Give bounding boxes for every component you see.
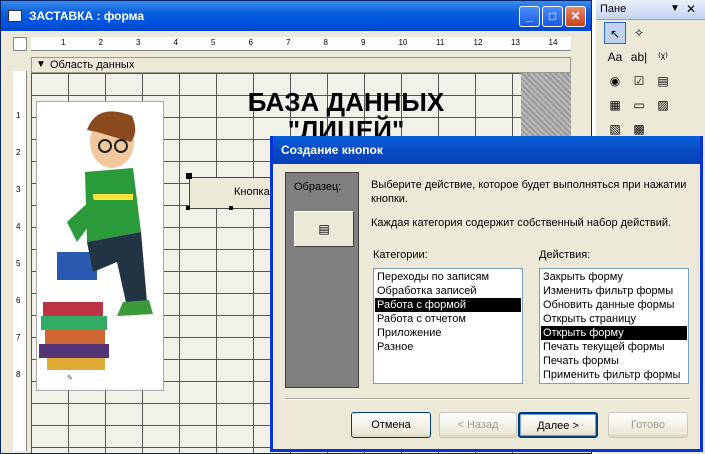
resize-handle[interactable]	[186, 206, 190, 210]
form-icon[interactable]	[8, 10, 22, 22]
ruler-tick-label: 6	[248, 38, 253, 47]
form-title: ЗАСТАВКА : форма	[29, 9, 145, 23]
categories-label: Категории:	[373, 249, 428, 261]
action-list-item[interactable]: Печать формы	[541, 354, 687, 368]
cancel-button[interactable]: Отмена	[351, 412, 431, 438]
student-picture[interactable]: ✎	[36, 101, 164, 391]
image-icon[interactable]: ▨	[652, 94, 674, 116]
ruler-tick-label: 4	[173, 38, 178, 47]
label-icon[interactable]: Aa	[604, 46, 626, 68]
ruler-tick-label: 3	[136, 38, 141, 47]
vruler-tick-label: 4	[16, 222, 21, 231]
form-heading-line2[interactable]: "ЛИЦЕЙ"	[201, 115, 491, 137]
list-box-icon[interactable]: ▦	[604, 94, 626, 116]
toolbox-title: Пане	[600, 3, 627, 15]
dialog-title: Создание кнопок	[281, 143, 383, 157]
ruler-tick-label: 14	[548, 38, 558, 47]
maximize-icon[interactable]: □	[542, 6, 563, 27]
action-list-item[interactable]: Печать текущей формы	[541, 340, 687, 354]
ruler-tick-label: 11	[436, 38, 445, 47]
toolbox-titlebar[interactable]: Пане ▼ ✕	[596, 0, 705, 20]
instruction-text-2: Каждая категория содержит собственный на…	[371, 217, 672, 229]
checkbox-icon[interactable]: ☑	[628, 70, 650, 92]
minimize-icon[interactable]: _	[519, 6, 540, 27]
category-list-item[interactable]: Переходы по записям	[375, 270, 521, 284]
form-button-icon: ▤	[318, 222, 330, 236]
sample-label: Образец:	[294, 181, 342, 193]
dialog-separator	[285, 398, 690, 400]
command-button-icon[interactable]: ▭	[628, 94, 650, 116]
wizard-icon[interactable]: ✧	[628, 22, 650, 44]
ruler-tick-label: 5	[211, 38, 216, 47]
toolbox-dropdown-icon[interactable]: ▼	[670, 3, 680, 14]
command-button-wizard-dialog: Создание кнопок Образец: ▤ Выберите дейс…	[270, 136, 703, 452]
horizontal-ruler: 1 2 3 4 5 6 7 8 9 10 11 12 13 14	[31, 37, 571, 51]
actions-label: Действия:	[539, 249, 591, 261]
svg-text:✎: ✎	[67, 375, 73, 382]
ruler-tick-label: 9	[361, 38, 366, 47]
finish-button[interactable]: Готово	[608, 412, 688, 438]
option-group-icon[interactable]: ⁽ᵡ⁾	[652, 46, 674, 68]
toolbox-close-icon[interactable]: ✕	[686, 2, 696, 16]
vruler-tick-label: 3	[16, 185, 21, 194]
sample-panel: Образец: ▤	[285, 172, 359, 388]
ruler-tick-label: 7	[286, 38, 291, 47]
ruler-tick-label: 12	[473, 38, 483, 47]
action-list-item[interactable]: Обновить данные формы	[541, 298, 687, 312]
form-titlebar[interactable]: ЗАСТАВКА : форма _ □ ✕	[1, 1, 591, 31]
vruler-tick-label: 2	[16, 148, 21, 157]
dialog-titlebar[interactable]: Создание кнопок	[273, 136, 700, 164]
form-heading-line1[interactable]: БАЗА ДАННЫХ	[201, 87, 491, 118]
pointer-icon[interactable]: ↖	[604, 22, 626, 44]
instruction-text: Выберите действие, которое будет выполня…	[371, 179, 687, 205]
section-arrow-icon: ▼	[36, 59, 46, 70]
vruler-tick-label: 6	[16, 296, 21, 305]
next-button[interactable]: Далее >	[518, 412, 598, 438]
form-selector[interactable]	[13, 37, 27, 51]
ruler-tick-label: 1	[61, 38, 66, 47]
back-button[interactable]: < Назад	[439, 412, 517, 438]
vruler-tick-label: 8	[16, 370, 21, 379]
action-list-item[interactable]: Открыть страницу	[541, 312, 687, 326]
ruler-tick-label: 13	[511, 38, 520, 47]
vruler-tick-label: 7	[16, 333, 21, 342]
category-list-item[interactable]: Работа с отчетом	[375, 312, 521, 326]
command-button-control[interactable]: Кнопка	[189, 177, 275, 209]
resize-handle[interactable]	[229, 206, 233, 210]
command-button-caption: Кнопка	[234, 186, 270, 198]
category-list-item[interactable]: Приложение	[375, 326, 521, 340]
ruler-tick-label: 2	[98, 38, 103, 47]
sample-button-preview: ▤	[294, 211, 354, 247]
ruler-tick-label: 10	[398, 38, 408, 47]
option-button-icon[interactable]: ◉	[604, 70, 626, 92]
category-list-item[interactable]: Работа с формой	[375, 298, 521, 312]
combo-box-icon[interactable]: ▤	[652, 70, 674, 92]
section-label: Область данных	[50, 59, 135, 71]
toolbox-tools: ↖ ✧ Aa ab| ⁽ᵡ⁾ ◉ ☑ ▤ ▦ ▭ ▨ ▧ ▩	[598, 22, 703, 142]
move-handle[interactable]	[186, 173, 192, 179]
category-list-item[interactable]: Разное	[375, 340, 521, 354]
action-list-item[interactable]: Изменить фильтр формы	[541, 284, 687, 298]
vruler-tick-label: 1	[16, 111, 21, 120]
close-icon[interactable]: ✕	[565, 6, 586, 27]
action-list-item[interactable]: Применить фильтр формы	[541, 368, 687, 382]
categories-listbox[interactable]: Переходы по записям Обработка записей Рабо…	[373, 268, 523, 384]
category-list-item[interactable]: Обработка записей	[375, 284, 521, 298]
detail-section-bar[interactable]: ▼ Область данных	[31, 57, 571, 73]
textbox-icon[interactable]: ab|	[628, 46, 650, 68]
action-list-item[interactable]: Открыть форму	[541, 326, 687, 340]
vruler-tick-label: 5	[16, 259, 21, 268]
vertical-ruler: 1 2 3 4 5 6 7 8	[13, 71, 27, 451]
action-list-item[interactable]: Закрыть форму	[541, 270, 687, 284]
ruler-tick-label: 8	[323, 38, 328, 47]
actions-listbox[interactable]: Закрыть форму Изменить фильтр формы Обнови…	[539, 268, 689, 384]
